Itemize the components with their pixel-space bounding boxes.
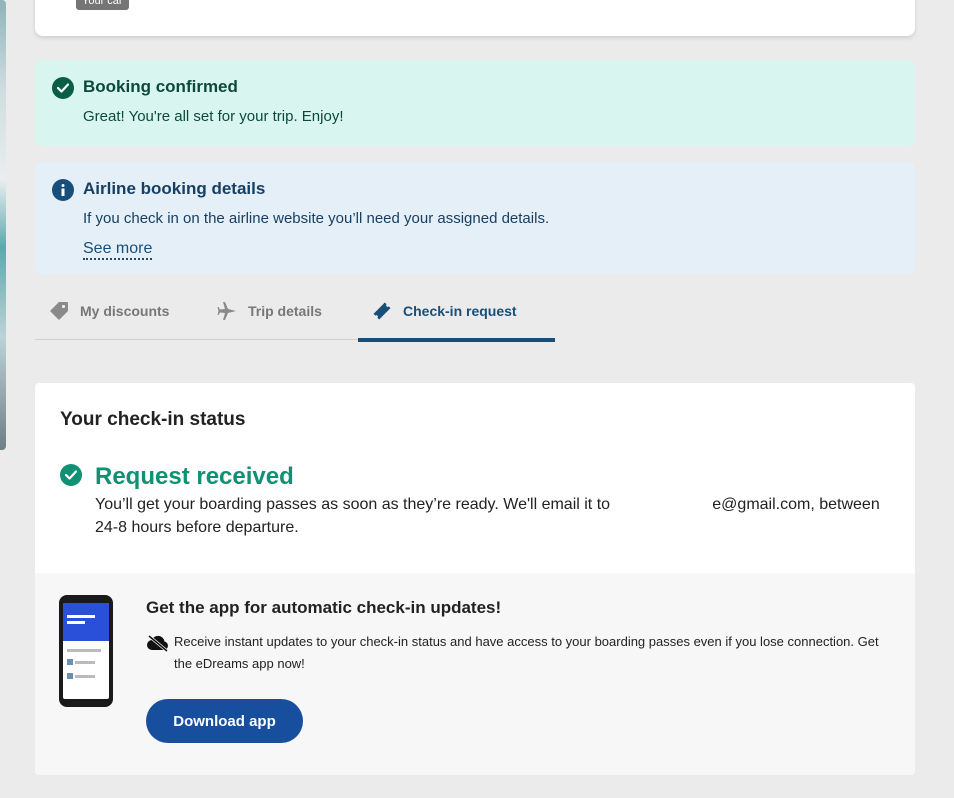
banner-text: Great! You're all set for your trip. Enj… [83, 108, 344, 125]
banner-title: Airline booking details [83, 179, 266, 198]
phone-image [59, 595, 113, 707]
info-circle-icon [52, 179, 74, 201]
tab-my-discounts[interactable]: My discounts [48, 280, 169, 342]
tab-trip-details[interactable]: Trip details [216, 280, 322, 342]
tag-icon [48, 300, 70, 322]
ticket-icon [371, 300, 393, 322]
booking-tabs: My discounts Trip details Check-in reque… [35, 280, 555, 342]
banner-text: If you check in on the airline website y… [83, 210, 550, 227]
car-card: Your car [35, 0, 915, 36]
app-promo-title: Get the app for automatic check-in updat… [146, 598, 502, 617]
cloud-offline-icon [146, 633, 170, 653]
plane-icon [216, 300, 238, 322]
check-circle-icon [52, 77, 74, 99]
check-circle-icon [60, 464, 82, 486]
tab-label: Check-in request [403, 303, 517, 319]
airline-booking-details-banner: Airline booking details If you check in … [35, 162, 915, 274]
status-text: You’ll get your boarding passes as soon … [95, 496, 880, 536]
check-in-status-card: Your check-in status Request received Yo… [35, 383, 915, 775]
your-car-badge: Your car [76, 0, 129, 10]
booking-confirmed-banner: Booking confirmed Great! You're all set … [35, 60, 915, 146]
tab-label: My discounts [80, 303, 170, 319]
app-promo-section: Get the app for automatic check-in updat… [35, 573, 915, 775]
section-heading: Your check-in status [60, 409, 246, 430]
tab-check-in-request[interactable]: Check-in request [358, 280, 555, 342]
tab-label: Trip details [248, 303, 322, 319]
banner-title: Booking confirmed [83, 77, 238, 96]
background-image-strip [0, 0, 6, 450]
status-title: Request received [95, 463, 294, 490]
see-more-link[interactable]: See more [83, 240, 153, 260]
download-app-button[interactable]: Download app [146, 699, 303, 743]
app-promo-description: Receive instant updates to your check-in… [174, 634, 879, 671]
